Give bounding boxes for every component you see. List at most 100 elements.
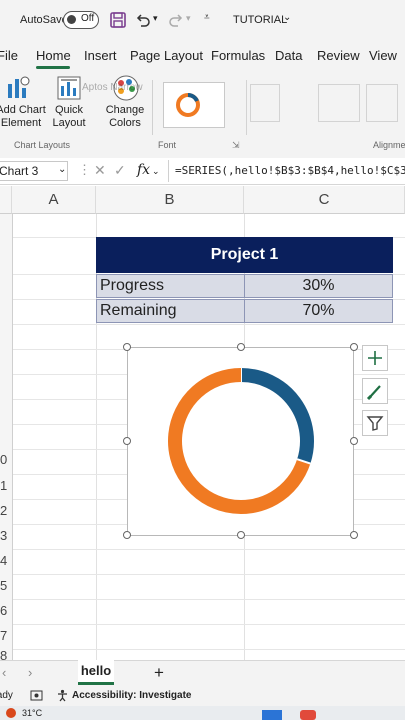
toggle-knob xyxy=(67,15,76,24)
chart-area[interactable] xyxy=(127,347,354,536)
donut-chart[interactable] xyxy=(128,348,353,535)
chart-styles-button[interactable] xyxy=(362,378,388,404)
add-sheet-button[interactable]: + xyxy=(154,663,164,683)
enter-icon[interactable]: ✓ xyxy=(114,162,126,179)
faded-style-box-1 xyxy=(250,84,280,122)
resize-handle[interactable] xyxy=(237,531,245,539)
accessibility-status[interactable]: Accessibility: Investigate xyxy=(72,690,192,701)
quick-layout-button[interactable]: Quick Layout xyxy=(46,104,92,130)
alignment-group-label: Alignme xyxy=(373,140,405,150)
table-header-cell[interactable]: Project 1 xyxy=(96,237,393,273)
quick-layout-line1: Quick xyxy=(54,104,84,116)
more-options-icon[interactable]: ⋮ xyxy=(78,162,91,178)
cancel-icon[interactable]: ✕ xyxy=(94,162,106,179)
donut-slice-progress[interactable] xyxy=(240,368,314,464)
redo-dropdown-icon[interactable]: ▾ xyxy=(186,13,191,24)
chart-filters-button[interactable] xyxy=(362,410,388,436)
row-number[interactable]: 7 xyxy=(0,628,12,643)
tab-formulas[interactable]: Formulas xyxy=(211,48,265,63)
resize-handle[interactable] xyxy=(350,343,358,351)
donut-style-preview-icon xyxy=(176,93,200,117)
row-header-strip xyxy=(0,214,13,660)
dialog-launcher-icon[interactable]: ⇲ xyxy=(232,140,240,151)
tab-file[interactable]: File xyxy=(0,48,18,63)
column-header-c[interactable]: C xyxy=(244,186,405,214)
row-number[interactable]: 5 xyxy=(0,578,12,593)
scroll-left-icon[interactable]: ‹ xyxy=(2,665,6,680)
taskbar: 31°C xyxy=(0,706,405,720)
gridline xyxy=(12,599,405,600)
select-all-corner[interactable] xyxy=(0,186,12,214)
row-number[interactable]: 1 xyxy=(0,478,12,493)
chevron-down-icon[interactable]: ⌄ xyxy=(283,12,291,23)
windows-start-icon[interactable] xyxy=(262,710,282,720)
resize-handle[interactable] xyxy=(237,343,245,351)
macro-record-icon[interactable] xyxy=(30,689,43,702)
resize-handle[interactable] xyxy=(123,343,131,351)
chart-layouts-group-label: Chart Layouts xyxy=(14,140,71,150)
weather-icon[interactable] xyxy=(6,708,16,718)
change-colors-line1: Change xyxy=(105,104,145,116)
filter-icon xyxy=(366,416,384,431)
row-number[interactable]: 3 xyxy=(0,528,12,543)
scroll-right-icon[interactable]: › xyxy=(28,665,32,680)
undo-dropdown-icon[interactable]: ▾ xyxy=(153,13,158,24)
chart-style-gallery-item[interactable] xyxy=(163,82,225,128)
ribbon-divider-2 xyxy=(246,80,247,135)
document-title[interactable]: TUTORIAL xyxy=(233,14,287,26)
formula-expand-icon[interactable]: ⌄ xyxy=(152,166,160,177)
tab-home[interactable]: Home xyxy=(36,48,71,63)
name-box-dropdown-icon[interactable]: ⌄ xyxy=(58,164,66,175)
title-bar: AutoSave Off ▾ ▾ ⩡ TUTORIAL ⌄ xyxy=(0,0,405,40)
chart-elements-button[interactable] xyxy=(362,345,388,371)
accessibility-icon[interactable] xyxy=(56,689,69,702)
gridline xyxy=(12,649,405,650)
gridline xyxy=(12,574,405,575)
plus-icon xyxy=(368,351,382,365)
row-number[interactable]: 4 xyxy=(0,553,12,568)
add-chart-element-button[interactable]: Add Chart Element xyxy=(0,104,46,130)
redo-icon[interactable] xyxy=(168,12,184,28)
change-colors-button[interactable]: Change Colors xyxy=(100,104,150,130)
customize-toolbar-icon[interactable]: ⩡ xyxy=(204,12,210,23)
tab-data[interactable]: Data xyxy=(275,48,302,63)
add-chart-element-line2: Element xyxy=(0,117,42,129)
tab-review[interactable]: Review xyxy=(317,48,360,63)
undo-icon[interactable] xyxy=(135,12,151,28)
sheet-tab-hello[interactable]: hello xyxy=(78,660,114,685)
app-icon[interactable] xyxy=(300,710,316,720)
resize-handle[interactable] xyxy=(123,531,131,539)
column-header-a[interactable]: A xyxy=(12,186,96,214)
font-group-label: Font xyxy=(158,140,177,150)
table-label-cell[interactable]: Remaining xyxy=(96,299,245,323)
ribbon: Add Chart Element Quick Layout Change Co… xyxy=(0,70,405,159)
faded-style-box-2 xyxy=(318,84,360,122)
resize-handle[interactable] xyxy=(350,437,358,445)
resize-handle[interactable] xyxy=(350,531,358,539)
insert-function-icon[interactable]: fx xyxy=(137,162,150,178)
row-number[interactable]: 2 xyxy=(0,503,12,518)
tab-insert[interactable]: Insert xyxy=(84,48,117,63)
formula-input[interactable]: =SERIES(,hello!$B$3:$B$4,hello!$C$3:$C$4… xyxy=(168,160,405,182)
gridline xyxy=(12,324,405,325)
autosave-toggle[interactable]: Off xyxy=(63,11,99,29)
table-label-cell[interactable]: Progress xyxy=(96,274,245,298)
autosave-state: Off xyxy=(81,13,95,24)
save-icon[interactable] xyxy=(110,12,126,28)
resize-handle[interactable] xyxy=(123,437,131,445)
add-chart-element-icon xyxy=(8,76,30,98)
active-tab-indicator xyxy=(36,66,70,69)
tab-view[interactable]: View xyxy=(369,48,397,63)
add-chart-element-line1: Add Chart xyxy=(0,104,46,116)
table-value-cell[interactable]: 70% xyxy=(244,299,393,323)
row-number[interactable]: 6 xyxy=(0,603,12,618)
column-header-b[interactable]: B xyxy=(96,186,244,214)
table-value-cell[interactable]: 30% xyxy=(244,274,393,298)
quick-layout-line2: Layout xyxy=(52,117,86,129)
tab-page-layout[interactable]: Page Layout xyxy=(130,48,203,63)
gridline xyxy=(12,624,405,625)
gridline xyxy=(12,549,405,550)
row-number[interactable]: 0 xyxy=(0,452,12,467)
font-name-faded: Aptos Narrow xyxy=(82,82,143,93)
ribbon-divider xyxy=(152,80,153,135)
